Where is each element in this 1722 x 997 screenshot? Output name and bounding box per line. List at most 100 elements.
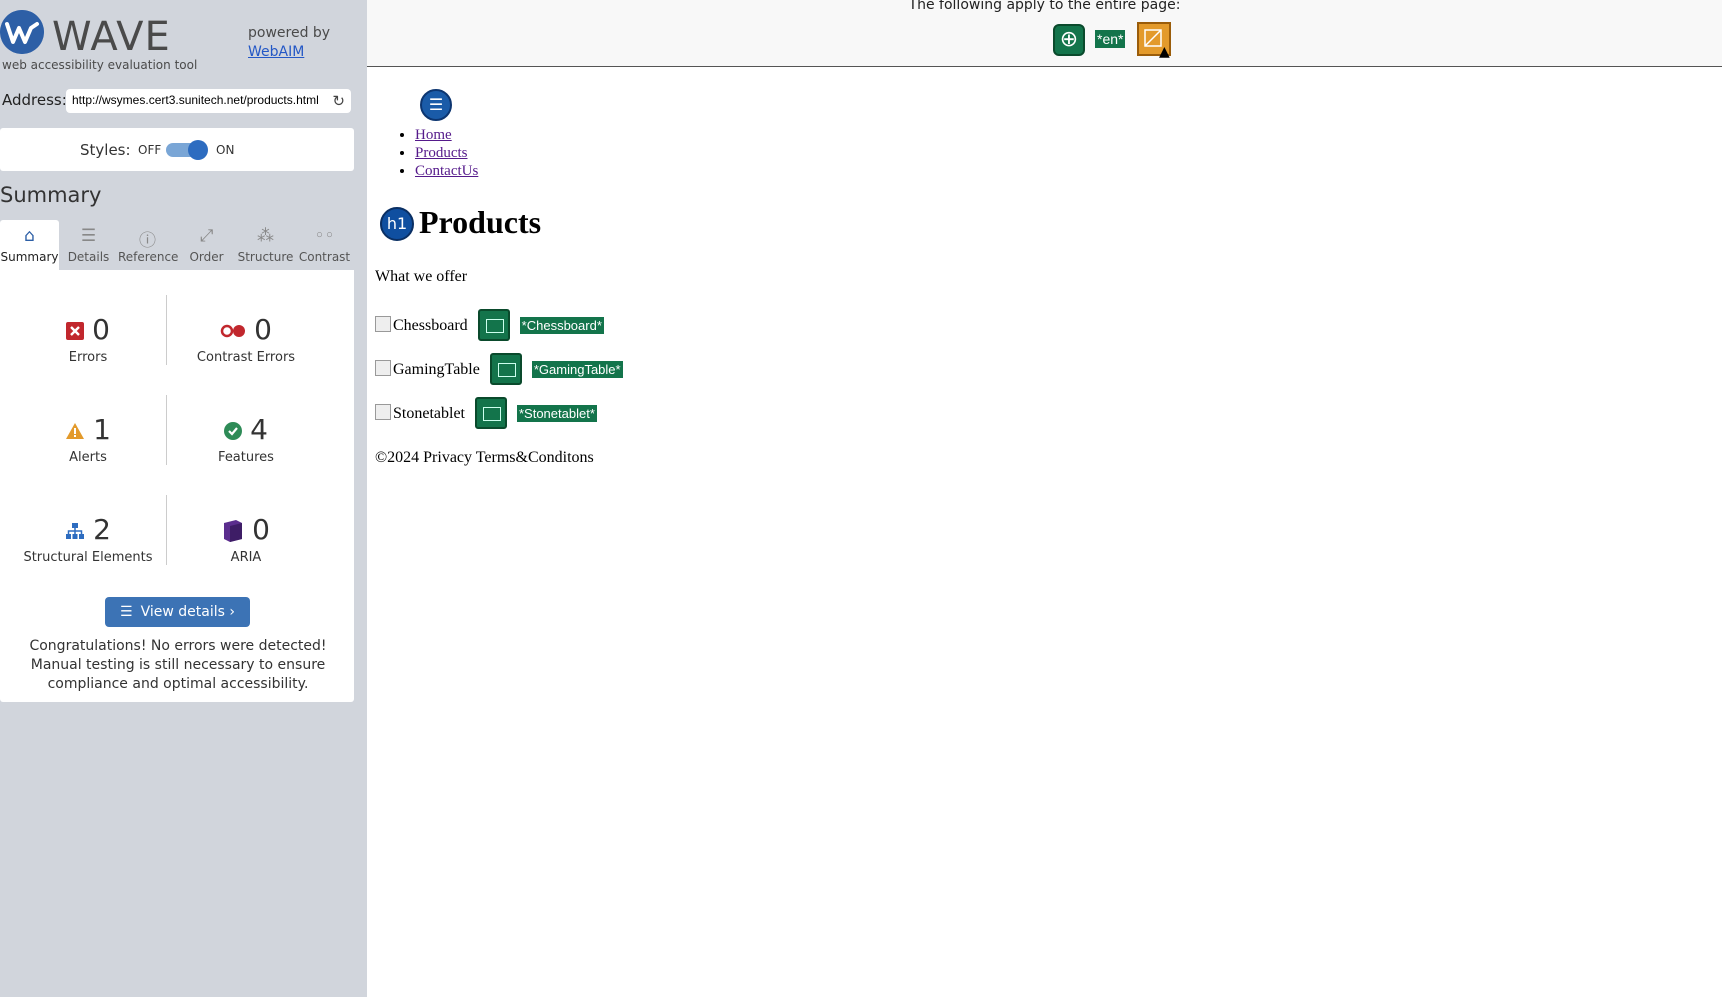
stat-contrast-errors[interactable]: 0 Contrast Errors xyxy=(163,312,329,365)
webaim-link[interactable]: WebAIM xyxy=(248,43,330,62)
stat-structural[interactable]: 2 Structural Elements xyxy=(5,512,171,565)
structural-count: 2 xyxy=(93,513,111,546)
styles-panel: Styles: OFF ON xyxy=(0,128,354,171)
aria-count: 0 xyxy=(252,513,270,546)
broken-image: Stonetablet xyxy=(375,403,465,423)
congrats-message: Congratulations! No errors were detected… xyxy=(29,638,327,692)
product-row: GamingTable *GamingTable* xyxy=(375,353,623,387)
styles-label: Styles: xyxy=(80,141,131,159)
h1-icon[interactable]: h1 xyxy=(380,207,414,241)
page-level-bar: The following apply to the entire page: … xyxy=(367,0,1722,67)
refresh-icon[interactable]: ↻ xyxy=(332,92,345,110)
wave-sidebar: WAVE web accessibility evaluation tool p… xyxy=(0,0,367,997)
info-icon: ⓘ xyxy=(139,231,156,251)
view-details-button[interactable]: ☰ View details › xyxy=(105,597,250,627)
styles-off-label: OFF xyxy=(138,143,162,157)
image-alt-icon[interactable] xyxy=(477,309,510,341)
image-alt-icon[interactable] xyxy=(474,397,507,429)
image-alt-text: GamingTable xyxy=(393,360,480,378)
tab-structure[interactable]: ⁂ Structure xyxy=(236,220,295,270)
toggle-knob xyxy=(188,140,208,160)
tab-contrast[interactable]: ◦◦ Contrast xyxy=(295,220,354,270)
tab-summary[interactable]: ⌂ Summary xyxy=(0,220,59,270)
tab-label: Summary xyxy=(0,250,59,264)
tab-bar: ⌂ Summary ☰ Details ⓘ Reference ⤢ Order … xyxy=(0,220,354,270)
image-alt-text: Chessboard xyxy=(393,316,468,334)
address-bar: Address: ↻ xyxy=(0,89,360,115)
nav-link-products[interactable]: Products xyxy=(415,145,468,161)
nav-link-contactus[interactable]: ContactUs xyxy=(415,163,478,179)
feature-check-icon xyxy=(224,422,243,440)
image-alt-icon[interactable] xyxy=(489,353,522,385)
list-icon: ☰ xyxy=(80,226,97,246)
stat-alerts[interactable]: 1 Alerts xyxy=(5,412,171,465)
nav-list: Home Products ContactUs xyxy=(391,126,478,180)
view-details-label: View details › xyxy=(140,604,235,620)
nav-item: Home xyxy=(415,126,478,144)
contrast-error-icon xyxy=(220,324,246,338)
alert-icon xyxy=(66,423,85,439)
tab-label: Structure xyxy=(237,250,294,264)
address-label: Address: xyxy=(2,91,67,109)
nav-item: ContactUs xyxy=(415,162,478,180)
broken-image-icon xyxy=(375,403,391,420)
page-level-text: The following apply to the entire page: xyxy=(908,0,1181,13)
stat-features[interactable]: 4 Features xyxy=(163,412,329,465)
wave-logo-icon xyxy=(0,10,44,54)
page-footer: ©2024 Privacy Terms&Conditons xyxy=(375,449,594,466)
product-row: Chessboard *Chessboard* xyxy=(375,309,604,343)
image-glyph xyxy=(482,407,501,421)
nav-link-home[interactable]: Home xyxy=(415,127,452,143)
contrast-errors-label: Contrast Errors xyxy=(196,350,296,365)
list-icon: ☰ xyxy=(120,604,133,620)
aria-icon xyxy=(224,520,243,542)
image-glyph xyxy=(497,363,516,377)
alt-text-badge[interactable]: *Stonetablet* xyxy=(516,404,597,422)
stat-aria[interactable]: 0 ARIA xyxy=(163,512,329,565)
broken-image: GamingTable xyxy=(375,359,480,379)
contrast-errors-count: 0 xyxy=(254,313,272,346)
tab-label: Reference xyxy=(118,250,179,264)
features-label: Features xyxy=(218,450,274,465)
order-icon: ⤢ xyxy=(199,226,214,246)
tab-order[interactable]: ⤢ Order xyxy=(177,220,236,270)
language-globe-icon[interactable]: ⊕ xyxy=(1053,24,1085,56)
tab-label: Contrast xyxy=(298,250,351,264)
navigation-icon[interactable]: ☰ xyxy=(420,89,452,121)
styles-on-label: ON xyxy=(216,143,235,157)
structural-label: Structural Elements xyxy=(23,550,153,565)
alt-text-badge[interactable]: *Chessboard* xyxy=(519,316,604,334)
image-alt-text: Stonetablet xyxy=(393,404,465,422)
stat-errors[interactable]: 0 Errors xyxy=(5,312,171,365)
address-input[interactable] xyxy=(72,93,324,107)
errors-count: 0 xyxy=(92,313,110,346)
powered-by-text: powered by xyxy=(248,25,331,41)
tab-reference[interactable]: ⓘ Reference xyxy=(118,220,179,270)
home-icon: ⌂ xyxy=(24,226,35,246)
image-glyph xyxy=(485,319,504,333)
aria-label: ARIA xyxy=(230,550,262,565)
summary-title: Summary xyxy=(0,183,102,207)
warning-triangle-icon: ▲ xyxy=(1159,44,1170,60)
tab-details[interactable]: ☰ Details xyxy=(59,220,118,270)
structure-icon xyxy=(66,523,85,539)
alerts-count: 1 xyxy=(93,413,111,446)
powered-by: powered by WebAIM xyxy=(248,24,330,62)
address-box: ↻ xyxy=(66,89,351,113)
broken-image-icon xyxy=(375,359,391,376)
structure-icon: ⁂ xyxy=(257,226,274,246)
tab-label: Details xyxy=(67,250,110,264)
page-heading: Products xyxy=(419,204,542,240)
styles-toggle[interactable] xyxy=(166,140,208,160)
nav-item: Products xyxy=(415,144,478,162)
wave-logo[interactable]: WAVE web accessibility evaluation tool xyxy=(0,8,200,76)
contrast-icon: ◦◦ xyxy=(314,226,335,246)
summary-panel: 0 Errors 0 Contrast Errors 1 Alerts 4 Fe… xyxy=(0,270,354,702)
language-badge[interactable]: *en* xyxy=(1095,30,1126,48)
page-tagline: What we offer xyxy=(375,268,468,285)
errors-label: Errors xyxy=(68,350,108,365)
broken-image-icon xyxy=(375,315,391,332)
error-icon xyxy=(66,322,85,340)
alt-text-badge[interactable]: *GamingTable* xyxy=(531,360,623,378)
features-count: 4 xyxy=(250,413,268,446)
